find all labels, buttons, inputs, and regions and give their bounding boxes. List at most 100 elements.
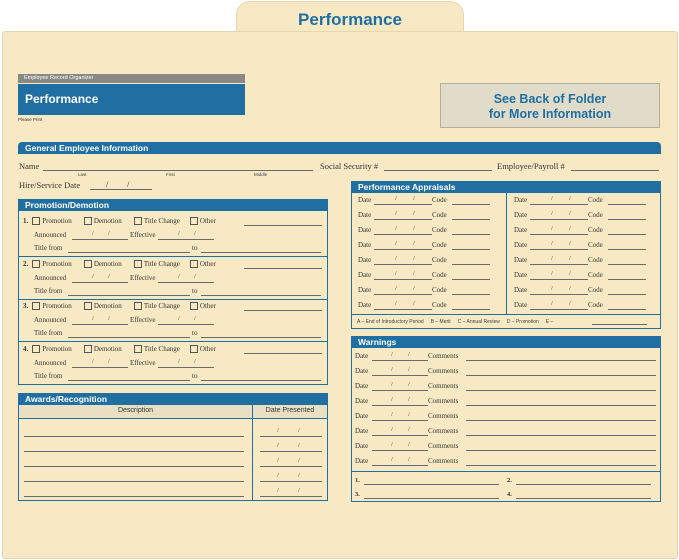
- warning-date-line[interactable]: [372, 435, 428, 436]
- appraisal-date-line[interactable]: [530, 234, 588, 235]
- date-presented-line[interactable]: [260, 481, 322, 482]
- title-to-line[interactable]: [201, 252, 321, 253]
- appraisal-code-line[interactable]: [608, 234, 646, 235]
- effective-line[interactable]: [158, 239, 214, 240]
- appraisal-date-line[interactable]: [530, 204, 588, 205]
- warning-comments-line[interactable]: [466, 390, 656, 391]
- demotion-checkbox[interactable]: [83, 345, 92, 354]
- warning-date-line[interactable]: [372, 420, 428, 421]
- title-from-line[interactable]: [68, 252, 190, 253]
- appraisal-date-line[interactable]: [530, 264, 588, 265]
- warning-comments-line[interactable]: [466, 360, 656, 361]
- appraisal-code-line[interactable]: [452, 219, 490, 220]
- other-line[interactable]: [244, 353, 322, 354]
- promotion-checkbox[interactable]: [32, 217, 41, 226]
- effective-line[interactable]: [158, 324, 214, 325]
- title-from-line[interactable]: [68, 380, 190, 381]
- appraisal-date-line[interactable]: [530, 249, 588, 250]
- warning-comments-line[interactable]: [466, 435, 656, 436]
- appraisal-date-line[interactable]: [374, 234, 432, 235]
- appraisal-code-line[interactable]: [452, 249, 490, 250]
- other-line[interactable]: [244, 268, 322, 269]
- appraisal-code-line[interactable]: [452, 279, 490, 280]
- warning-comments-line[interactable]: [466, 405, 656, 406]
- title-change-checkbox[interactable]: [133, 345, 142, 354]
- appraisal-date-line[interactable]: [374, 249, 432, 250]
- appraisal-date-line[interactable]: [374, 264, 432, 265]
- other-line[interactable]: [244, 310, 322, 311]
- description-line[interactable]: [24, 451, 244, 452]
- appraisal-date-line[interactable]: [374, 219, 432, 220]
- appraisal-code-line[interactable]: [452, 204, 490, 205]
- appraisal-date-line[interactable]: [530, 279, 588, 280]
- announced-line[interactable]: [72, 239, 128, 240]
- appraisal-code-line[interactable]: [608, 279, 646, 280]
- demotion-checkbox[interactable]: [83, 302, 92, 311]
- demotion-checkbox[interactable]: [83, 260, 92, 269]
- warning-date-line[interactable]: [372, 360, 428, 361]
- appraisal-date-line[interactable]: [374, 279, 432, 280]
- appraisal-date-line[interactable]: [374, 294, 432, 295]
- appraisal-code-line[interactable]: [452, 309, 490, 310]
- other-checkbox[interactable]: [189, 302, 198, 311]
- appraisal-date-line[interactable]: [530, 309, 588, 310]
- other-checkbox[interactable]: [189, 260, 198, 269]
- date-presented-line[interactable]: [260, 466, 322, 467]
- appraisal-code-line[interactable]: [608, 219, 646, 220]
- footer-line[interactable]: [364, 484, 499, 485]
- appraisal-date-line[interactable]: [530, 219, 588, 220]
- warning-date-line[interactable]: [372, 465, 428, 466]
- title-change-checkbox[interactable]: [133, 302, 142, 311]
- date-presented-line[interactable]: [260, 496, 322, 497]
- appraisal-date-line[interactable]: [530, 294, 588, 295]
- warning-date-line[interactable]: [372, 375, 428, 376]
- ssn-line[interactable]: [384, 170, 492, 171]
- title-from-line[interactable]: [68, 295, 190, 296]
- appraisal-date-line[interactable]: [374, 204, 432, 205]
- announced-line[interactable]: [72, 324, 128, 325]
- demotion-checkbox[interactable]: [83, 217, 92, 226]
- effective-line[interactable]: [158, 367, 214, 368]
- announced-line[interactable]: [72, 282, 128, 283]
- payroll-line[interactable]: [571, 170, 659, 171]
- description-line[interactable]: [24, 496, 244, 497]
- warning-comments-line[interactable]: [466, 450, 656, 451]
- appraisal-code-line[interactable]: [452, 294, 490, 295]
- promotion-checkbox[interactable]: [32, 345, 41, 354]
- announced-line[interactable]: [72, 367, 128, 368]
- title-to-line[interactable]: [201, 337, 321, 338]
- description-line[interactable]: [24, 436, 244, 437]
- appraisal-date-line[interactable]: [374, 309, 432, 310]
- appraisal-code-line[interactable]: [452, 234, 490, 235]
- title-from-line[interactable]: [68, 337, 190, 338]
- date-presented-line[interactable]: [260, 436, 322, 437]
- warning-date-line[interactable]: [372, 405, 428, 406]
- footer-line[interactable]: [364, 498, 499, 499]
- title-change-checkbox[interactable]: [133, 217, 142, 226]
- other-checkbox[interactable]: [189, 345, 198, 354]
- title-to-line[interactable]: [201, 295, 321, 296]
- appraisal-code-line[interactable]: [452, 264, 490, 265]
- other-line[interactable]: [244, 225, 322, 226]
- title-to-line[interactable]: [201, 380, 321, 381]
- other-checkbox[interactable]: [189, 217, 198, 226]
- warning-comments-line[interactable]: [466, 375, 656, 376]
- appraisal-code-line[interactable]: [608, 294, 646, 295]
- promotion-checkbox[interactable]: [32, 302, 41, 311]
- name-line[interactable]: [43, 170, 313, 171]
- description-line[interactable]: [24, 481, 244, 482]
- warning-date-line[interactable]: [372, 390, 428, 391]
- effective-line[interactable]: [158, 282, 214, 283]
- appraisal-code-line[interactable]: [608, 264, 646, 265]
- warning-comments-line[interactable]: [466, 420, 656, 421]
- title-change-checkbox[interactable]: [133, 260, 142, 269]
- warning-date-line[interactable]: [372, 450, 428, 451]
- date-presented-line[interactable]: [260, 451, 322, 452]
- legend-e-line[interactable]: [592, 324, 647, 325]
- description-line[interactable]: [24, 466, 244, 467]
- footer-line[interactable]: [516, 484, 651, 485]
- promotion-checkbox[interactable]: [32, 260, 41, 269]
- hire-line[interactable]: [90, 189, 152, 190]
- appraisal-code-line[interactable]: [608, 309, 646, 310]
- appraisal-code-line[interactable]: [608, 249, 646, 250]
